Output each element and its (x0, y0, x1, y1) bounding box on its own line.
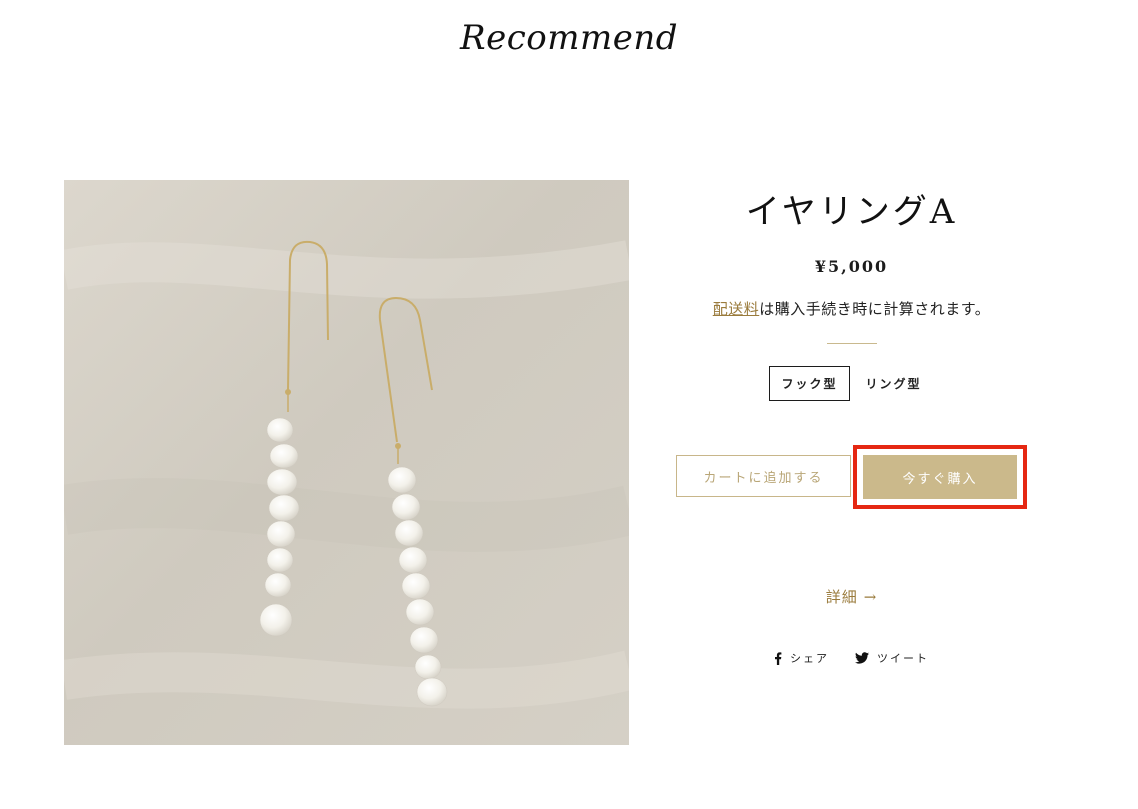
share-facebook-button[interactable]: シェア (774, 650, 829, 666)
details-label: 詳細 (825, 588, 858, 606)
shipping-note: 配送料は購入手続き時に計算されます。 (676, 298, 1027, 319)
variant-selector: フック型 リング型 (676, 366, 1027, 401)
share-twitter-label: ツイート (877, 652, 929, 665)
variant-hook[interactable]: フック型 (769, 366, 850, 401)
buy-now-button[interactable]: 今すぐ購入 (863, 455, 1017, 499)
share-bar: シェア ツイート (676, 650, 1027, 666)
product-title: イヤリングA (745, 192, 958, 232)
divider (826, 343, 877, 344)
arrow-right-icon: → (863, 588, 878, 606)
earrings-photo (64, 180, 629, 745)
variant-ring[interactable]: リング型 (854, 366, 934, 401)
product-price: ¥5,000 (814, 257, 889, 276)
twitter-icon (855, 652, 869, 664)
shipping-text: は購入手続き時に計算されます。 (759, 300, 991, 318)
details-link[interactable]: 詳細 → (676, 586, 1027, 607)
product-info: イヤリングA ¥5,000 配送料は購入手続き時に計算されます。 フック型 リン… (676, 180, 1027, 665)
product-image[interactable] (64, 180, 629, 745)
share-facebook-label: シェア (790, 652, 829, 665)
facebook-icon (774, 651, 782, 665)
buy-now-highlight: 今すぐ購入 (853, 445, 1027, 509)
share-twitter-button[interactable]: ツイート (855, 650, 929, 666)
section-title: Recommend (460, 18, 678, 58)
purchase-buttons: カートに追加する 今すぐ購入 (676, 445, 1027, 510)
add-to-cart-button[interactable]: カートに追加する (676, 455, 851, 497)
shipping-link[interactable]: 配送料 (713, 300, 760, 318)
